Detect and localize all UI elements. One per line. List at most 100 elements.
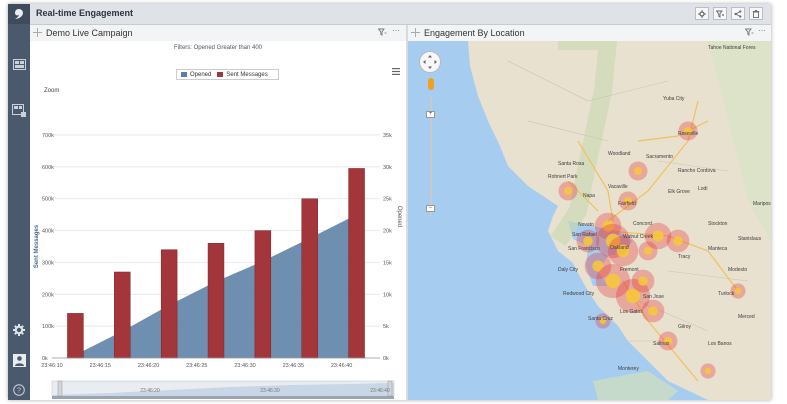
map-place-label: Woodland [608, 151, 631, 157]
map-place-label: Napa [583, 193, 595, 199]
heat-core [638, 276, 648, 286]
y2-tick-label: 20k [383, 229, 392, 235]
map-place-label: Rohnert Park [548, 174, 578, 180]
map-place-label: Modesto [728, 267, 748, 273]
map-zoom-in-button[interactable]: + [426, 111, 435, 118]
bar-sent-messages [160, 249, 178, 359]
x-tick-label: 23:46:40 [331, 363, 352, 369]
map-zoom-out-button[interactable]: − [426, 205, 435, 212]
bar-sent-messages [301, 198, 318, 359]
map-place-label: Gilroy [678, 324, 692, 330]
navigator-label: 23:46:30 [260, 388, 280, 394]
x-tick-label: 23:46:35 [283, 363, 304, 369]
sidebar: ? [8, 4, 30, 400]
map-place-label: Fairfield [618, 201, 636, 207]
map-place-label: Vacaville [608, 184, 628, 190]
map-place-label: Daly City [558, 267, 579, 273]
x-tick-label: 23:46:25 [186, 363, 207, 369]
dashboard-header: Real-time Engagement [30, 4, 771, 25]
chart-panel-header: Demo Live Campaign ··· [30, 25, 406, 42]
x-tick-label: 23:46:15 [90, 363, 111, 369]
navigator-handle-left[interactable] [57, 380, 63, 397]
dashboard-add-icon[interactable] [11, 102, 27, 118]
street-view-pegman-icon[interactable] [428, 78, 434, 90]
map-place-label: Rancho Cordova [678, 168, 716, 174]
map-place-label: Sacramento [646, 154, 673, 160]
map-place-label: Santa Cruz [588, 316, 614, 322]
map-place-label: Stockton [708, 221, 728, 227]
x-tick-label: 23:46:10 [41, 363, 62, 369]
y-tick-label: 600k [42, 165, 54, 171]
dashboard-title: Real-time Engagement [36, 8, 134, 18]
heat-core [605, 273, 621, 289]
logo-icon[interactable] [8, 4, 30, 24]
heat-core [673, 236, 683, 246]
heat-core [644, 247, 652, 255]
map-place-label: Santa Rosa [558, 161, 585, 167]
settings-button[interactable] [695, 7, 709, 20]
delete-button[interactable] [749, 7, 763, 20]
heat-core [704, 367, 712, 375]
bar-sent-messages [67, 313, 84, 359]
heat-core [734, 287, 742, 295]
map-place-label: Redwood City [563, 291, 595, 297]
y-tick-label: 500k [42, 197, 54, 203]
bar-sent-messages [207, 243, 225, 359]
user-icon[interactable] [11, 352, 27, 368]
bar-sent-messages [114, 271, 131, 359]
panel-more-icon[interactable]: ··· [392, 26, 400, 35]
filter-icon [716, 10, 724, 18]
map-place-label: Manteca [708, 246, 728, 252]
heat-core [564, 187, 572, 195]
y-axis-label: Sent Messages [34, 224, 40, 268]
y2-tick-label: 30k [383, 165, 392, 171]
map-pan-control[interactable] [419, 51, 441, 73]
heat-core [634, 167, 642, 175]
drag-handle-icon[interactable] [33, 28, 42, 37]
chart-panel-title: Demo Live Campaign [46, 28, 133, 38]
gear-icon [698, 9, 706, 18]
map-place-label: Concord [633, 221, 652, 227]
y2-tick-label: 5k [383, 324, 389, 330]
share-button[interactable] [731, 7, 745, 20]
y2-axis-label: Opened [396, 206, 402, 227]
heatmap-map[interactable]: Tahoe National Fores Yuba City Roseville Sa… [408, 41, 771, 400]
map-place-label: San Jose [643, 294, 664, 300]
navigator-scrollbar[interactable] [52, 396, 394, 399]
panel-more-icon[interactable]: ··· [758, 26, 766, 35]
heat-core [652, 230, 664, 242]
y2-tick-label: 15k [383, 260, 392, 266]
svg-text:?: ? [17, 388, 21, 395]
combo-chart: 0k 100k 200k 300k 400k 500k 600k 700k 0k 5k 10k 15k… [34, 133, 402, 399]
map-place-label: Roseville [678, 131, 699, 137]
y-tick-label: 200k [42, 292, 54, 298]
share-icon [734, 9, 742, 18]
y2-tick-label: 35k [383, 133, 392, 139]
panel-filter-icon[interactable] [377, 28, 387, 38]
dashboard-icon[interactable] [11, 56, 27, 72]
map-place-label: Salinas [653, 341, 670, 347]
map-place-label: Fremont [620, 267, 639, 273]
bar-sent-messages [348, 168, 365, 359]
y-tick-label: 300k [42, 260, 54, 266]
map-place-label: Monterey [618, 366, 639, 372]
filter-button[interactable] [713, 7, 727, 20]
app-window: ? Real-time Engagement Demo Live Campaig… [8, 4, 771, 400]
map-place-label: Oakland [610, 245, 629, 251]
chart-panel: Filters: Opened Greater than 400 Opened … [30, 41, 406, 400]
navigator-label: 23:46:20 [140, 388, 160, 394]
map-place-label: Los Gatos [620, 309, 643, 315]
help-icon[interactable]: ? [11, 382, 27, 398]
panel-filter-icon[interactable] [744, 28, 754, 38]
gear-icon[interactable] [11, 322, 27, 338]
x-tick-label: 23:46:20 [138, 363, 159, 369]
drag-handle-icon[interactable] [411, 28, 420, 37]
map-place-label: Tahoe National Fores [708, 45, 756, 51]
map-place-label: Yuba City [663, 96, 685, 102]
bar-sent-messages [254, 230, 272, 359]
map-place-label: San Francisco [568, 246, 600, 252]
y2-tick-label: 10k [383, 292, 392, 298]
map-place-label: Walnut Creek [623, 234, 654, 240]
map-panel-header: Engagement By Location ··· [408, 25, 771, 42]
heat-core [648, 306, 658, 316]
